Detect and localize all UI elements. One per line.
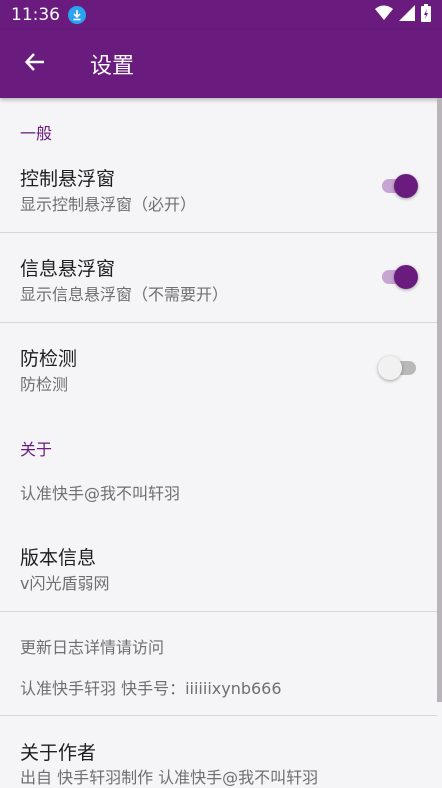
divider (0, 322, 437, 323)
pref-title: 信息悬浮窗 (20, 258, 116, 280)
pref-note-author[interactable]: 认准快手@我不叫轩羽 (20, 480, 180, 504)
pref-kuaishou-id[interactable]: 认准快手轩羽 快手号：iiiiiixynb666 (20, 675, 282, 699)
category-about: 关于 (20, 440, 53, 459)
category-general: 一般 (20, 124, 53, 143)
pref-title: 关于作者 (20, 742, 97, 764)
back-button[interactable] (0, 30, 70, 98)
divider (0, 715, 437, 716)
pref-subtitle: 防检测 (20, 375, 69, 394)
switch-thumb (394, 174, 418, 198)
pref-title: 版本信息 (20, 547, 97, 569)
download-icon (68, 6, 86, 24)
page-title: 设置 (90, 54, 135, 79)
switch-thumb (394, 265, 418, 289)
pref-subtitle: v闪光盾弱网 (20, 574, 110, 593)
pref-title: 控制悬浮窗 (20, 168, 116, 190)
pref-subtitle: 显示控制悬浮窗（必开） (20, 195, 197, 214)
status-bar: 11:36 (0, 0, 442, 30)
pref-subtitle: 出自 快手轩羽制作 认准快手@我不叫轩羽 (20, 768, 319, 787)
toggle-info-float[interactable] (380, 265, 420, 289)
toggle-anti-detect[interactable] (378, 356, 420, 380)
toggle-control-float[interactable] (380, 174, 420, 198)
pref-title: 防检测 (20, 348, 78, 370)
arrow-left-icon (24, 51, 46, 77)
settings-list: 一般 控制悬浮窗 显示控制悬浮窗（必开） 信息悬浮窗 显示信息悬浮窗（不需要开）… (0, 98, 442, 787)
signal-icon (399, 5, 415, 25)
battery-icon (421, 4, 431, 26)
divider (0, 611, 437, 612)
divider (0, 232, 437, 233)
pref-changelog[interactable]: 更新日志详情请访问 (20, 634, 164, 658)
switch-thumb (378, 356, 402, 380)
scrollbar[interactable] (437, 98, 442, 702)
pref-subtitle: 显示信息悬浮窗（不需要开） (20, 285, 229, 304)
wifi-icon (375, 5, 393, 25)
status-time: 11:36 (11, 5, 60, 25)
app-bar: 设置 (0, 30, 442, 98)
